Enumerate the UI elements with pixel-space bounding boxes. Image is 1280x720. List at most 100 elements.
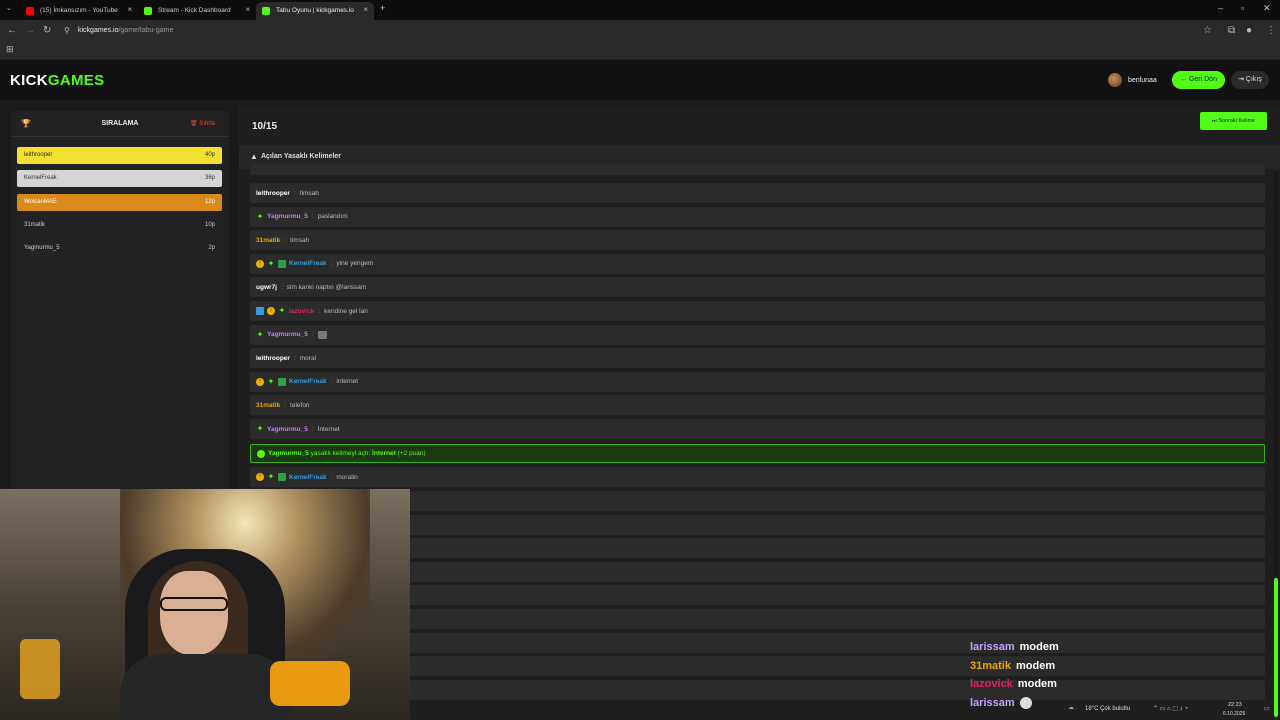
avatar bbox=[1108, 73, 1122, 87]
tab-kick-dashboard[interactable]: Stream - Kick Dashboard × bbox=[138, 2, 256, 20]
rank-name: WolcanMAE bbox=[24, 198, 57, 205]
message-user[interactable]: 31matik bbox=[256, 237, 280, 244]
site-header: KICKGAMES bbox=[0, 60, 1280, 100]
message-user[interactable]: Yagmurmu_5 bbox=[267, 331, 308, 338]
ranking-row: Yagmurmu_5 2p bbox=[17, 240, 222, 258]
message-user[interactable]: KernelFreak bbox=[289, 474, 327, 481]
address-bar: ← → ↻ ⚲ kickgames.io/game/tabu-game ☆ ⧉ … bbox=[0, 20, 1280, 42]
user-profile[interactable]: benlunaa bbox=[1108, 71, 1157, 89]
chat-message: ✦ Yagmurmu_5: İnternet bbox=[250, 419, 1265, 439]
separator: : bbox=[284, 236, 287, 244]
tab-list-icon[interactable]: ⌄ bbox=[6, 4, 12, 12]
message-user[interactable]: leithrooper bbox=[256, 190, 290, 197]
back-button[interactable]: ← Geri Dön bbox=[1172, 71, 1225, 89]
bookmarks-bar: ⊞ bbox=[0, 42, 1280, 60]
minimize-button[interactable]: – bbox=[1218, 3, 1223, 13]
scrollbar-thumb[interactable] bbox=[1274, 578, 1278, 717]
separator: : bbox=[330, 378, 333, 386]
kick-icon bbox=[144, 7, 152, 15]
kickgames-logo[interactable]: KICKGAMES bbox=[10, 72, 104, 89]
separator: : bbox=[284, 401, 287, 409]
chat-message: ✦ Yagmurmu_5: bbox=[250, 324, 1265, 345]
tab-title: (15) İmkansızım - YouTube bbox=[40, 7, 118, 14]
rank-name: KernelFreak bbox=[24, 175, 57, 182]
chat-message: leithrooper: timsah bbox=[250, 183, 1265, 203]
separator: : bbox=[311, 425, 314, 433]
webcam-overlay bbox=[0, 489, 410, 720]
message-text: moralin bbox=[336, 473, 358, 481]
next-word-button[interactable]: ⏭ Sonraki Kelime bbox=[1200, 112, 1267, 130]
reload-icon[interactable]: ↻ bbox=[43, 25, 51, 36]
close-window-button[interactable]: ✕ bbox=[1263, 3, 1271, 14]
tab-kickgames[interactable]: Tabu Oyunu | kickgames.io × bbox=[256, 2, 374, 20]
overlay-text: modem bbox=[1019, 641, 1059, 653]
gift-badge-icon bbox=[278, 473, 286, 481]
message-user[interactable]: Yagmurmu_5 bbox=[267, 213, 308, 220]
star-badge-icon: ✦ bbox=[267, 258, 275, 268]
rank-points: 10p bbox=[204, 221, 215, 228]
profile-icon[interactable]: ● bbox=[1246, 25, 1252, 36]
url-field[interactable]: kickgames.io/game/tabu-game bbox=[78, 27, 173, 34]
tab-youtube[interactable]: (15) İmkansızım - YouTube × bbox=[20, 2, 138, 20]
coin-badge-icon: ! bbox=[267, 307, 275, 315]
overlay-chat-line: lazovick modem bbox=[970, 678, 1170, 697]
tray-icons[interactable]: ⌃ ▭ ⌂ ⬚ ♪ ◔ bbox=[1153, 705, 1188, 712]
extensions-icon[interactable]: ⧉ bbox=[1228, 25, 1235, 36]
star-badge-icon: ✦ bbox=[267, 472, 275, 481]
star-badge-icon: ✦ bbox=[256, 329, 264, 339]
lamp bbox=[20, 639, 60, 699]
rank-points: 40p bbox=[204, 152, 215, 158]
site-info-icon[interactable]: ⚲ bbox=[64, 26, 70, 35]
overlay-chat-line: 31matik modem bbox=[970, 660, 1170, 679]
overlay-user: 31matik bbox=[970, 659, 1011, 672]
verified-badge-icon bbox=[256, 307, 264, 315]
ranking-row: 31matik 10p bbox=[17, 216, 222, 234]
message-user[interactable]: leithrooper bbox=[256, 355, 290, 362]
message-user[interactable]: KernelFreak bbox=[289, 260, 327, 267]
exit-button[interactable]: ⇥ Çıkış bbox=[1231, 71, 1269, 89]
overlay-user: larissam bbox=[970, 697, 1015, 710]
separator: : bbox=[311, 213, 314, 221]
menu-icon[interactable]: ⋮ bbox=[1266, 25, 1276, 36]
browser-tab-bar: ⌄ (15) İmkansızım - YouTube × Stream - K… bbox=[0, 0, 1280, 20]
ranking-row: WolcanMAE 12p bbox=[17, 193, 222, 211]
clock-date[interactable]: 6.10.2025 bbox=[1223, 711, 1245, 717]
apps-icon[interactable]: ⊞ bbox=[6, 44, 14, 55]
close-tab-icon[interactable]: × bbox=[245, 5, 250, 14]
word-counter: 10/15 bbox=[252, 121, 278, 132]
message-user[interactable]: KernelFreak bbox=[289, 378, 327, 385]
bookmark-star-icon[interactable]: ☆ bbox=[1203, 25, 1212, 36]
chat-message: leithrooper: moral bbox=[250, 348, 1265, 369]
sys-bonus: (+2 puan) bbox=[395, 450, 426, 457]
message-user[interactable]: Yagmurmu_5 bbox=[267, 426, 308, 433]
clock-time[interactable]: 22:23 bbox=[1228, 702, 1242, 708]
ranking-row: KernelFreak 36p bbox=[17, 170, 222, 188]
rank-name: leithrooper bbox=[24, 152, 53, 158]
message-text: timsah bbox=[299, 189, 319, 197]
separator: : bbox=[330, 473, 333, 481]
notification-icon[interactable]: ▭ bbox=[1264, 705, 1270, 712]
glasses bbox=[160, 597, 228, 611]
rank-name: 31matik bbox=[24, 221, 46, 228]
message-text: paslandım bbox=[317, 213, 348, 221]
close-tab-icon[interactable]: × bbox=[127, 5, 132, 14]
maximize-button[interactable]: ▫ bbox=[1241, 3, 1244, 13]
close-tab-icon[interactable]: × bbox=[363, 5, 368, 14]
separator: : bbox=[280, 283, 283, 291]
new-tab-button[interactable]: + bbox=[380, 3, 385, 13]
system-tray: ☁ 18°C Çok bulutlu ⌃ ▭ ⌂ ⬚ ♪ ◔ 22:23 6.1… bbox=[1060, 700, 1280, 720]
back-icon[interactable]: ← bbox=[7, 25, 17, 36]
check-icon bbox=[257, 449, 265, 458]
chat-message: ugwr7j: slm kanki naptın @larissam bbox=[250, 277, 1265, 298]
warning-icon: ▲ bbox=[250, 152, 258, 161]
streamer-body bbox=[120, 654, 290, 720]
chat-message: 31matik: telefon bbox=[250, 395, 1265, 416]
message-text: İnternet bbox=[317, 425, 340, 433]
forward-icon[interactable]: → bbox=[25, 25, 35, 36]
reset-button[interactable]: 🗑 Sıfırla bbox=[190, 120, 215, 127]
message-user[interactable]: 31matik bbox=[256, 402, 280, 409]
message-user[interactable]: lazovick bbox=[289, 308, 314, 315]
chat-message: ! ✦ KernelFreak: internet bbox=[250, 371, 1265, 392]
message-text: internet bbox=[336, 378, 359, 386]
message-user[interactable]: ugwr7j bbox=[256, 284, 277, 291]
